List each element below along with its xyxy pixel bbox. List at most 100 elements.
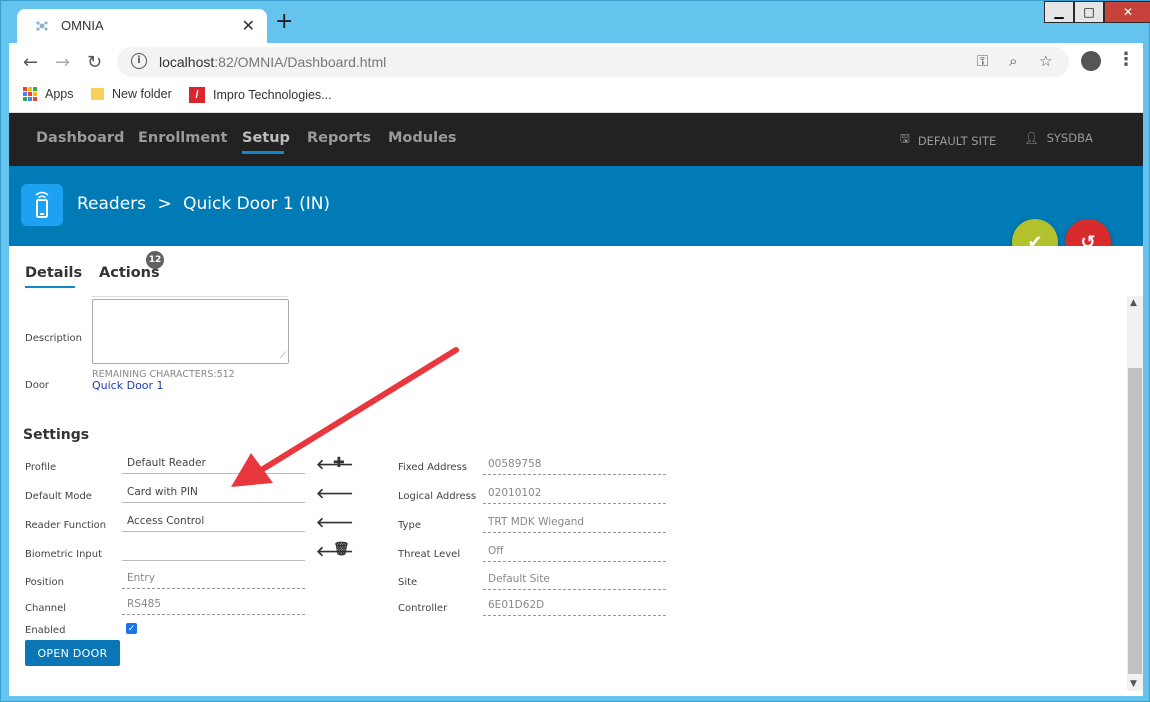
default-mode-field[interactable]: Card with PIN [122, 481, 305, 503]
address-bar[interactable]: i localhost:82/OMNIA/Dashboard.html ⚿ ⌕ … [117, 47, 1069, 77]
fixed-address-field: 00589758 [483, 453, 666, 475]
arrow-left-icon[interactable]: 🡐 [316, 485, 354, 502]
description-label: Description [25, 333, 82, 344]
position-field: Entry [122, 567, 305, 589]
tab-active-underline [25, 286, 75, 288]
zoom-icon[interactable]: ⌕ [1009, 52, 1017, 70]
scroll-down-icon[interactable]: ▼ [1130, 679, 1137, 689]
content-area: Details Actions 12 Description ⟋ REMAINI… [9, 246, 1143, 696]
star-icon[interactable]: ☆ [1039, 52, 1052, 70]
folder-icon [91, 88, 104, 100]
nav-active-underline [242, 151, 284, 154]
bookmark-label: Impro Technologies... [213, 88, 332, 102]
fixed-address-label: Fixed Address [398, 462, 467, 473]
reader-function-label: Reader Function [25, 520, 107, 531]
plus-icon[interactable]: ✚ [333, 455, 345, 471]
key-icon[interactable]: ⚿ [977, 52, 988, 70]
save-disk-icon: 🖫 [900, 131, 910, 145]
type-label: Type [398, 520, 421, 531]
user-menu[interactable]: 👤︎ SYSDBA [1024, 131, 1093, 145]
user-icon: 👤︎ [1024, 131, 1039, 145]
url-text: localhost:82/OMNIA/Dashboard.html [159, 54, 386, 70]
new-tab-button[interactable]: + [275, 11, 293, 33]
breadcrumb: Readers > Quick Door 1 (IN) [77, 194, 336, 214]
details-panel: Description ⟋ REMAINING CHARACTERS:512 D… [9, 296, 1143, 696]
resize-handle-icon[interactable]: ⟋ [280, 352, 286, 361]
reload-icon[interactable]: ↻ [87, 52, 102, 73]
browser-tab[interactable]: OMNIA ✕ [17, 9, 267, 43]
back-arrow-icon[interactable]: ← [23, 52, 38, 73]
page-header: Readers > Quick Door 1 (IN) [9, 166, 1143, 246]
impro-logo-icon: / [189, 87, 205, 103]
divider [92, 296, 288, 297]
profile-label: Profile [25, 462, 57, 473]
actions-count-badge: 12 [146, 251, 164, 269]
nav-modules[interactable]: Modules [388, 130, 457, 146]
nav-setup[interactable]: Setup [242, 130, 290, 146]
omnia-favicon-icon [36, 21, 48, 31]
enabled-label: Enabled [25, 625, 66, 636]
enabled-checkbox[interactable]: ✓ [126, 623, 137, 634]
close-window-icon[interactable]: ✕ [1104, 1, 1150, 23]
description-textarea[interactable]: ⟋ [92, 299, 289, 364]
breadcrumb-separator: > [157, 194, 172, 214]
breadcrumb-readers[interactable]: Readers [77, 194, 146, 214]
controller-field: 6E01D62D [483, 594, 666, 616]
site-label: Site [398, 577, 418, 588]
type-field: TRT MDK Wiegand [483, 511, 666, 533]
trash-icon[interactable]: 🗑︎ [333, 542, 350, 557]
breadcrumb-current: Quick Door 1 (IN) [183, 194, 331, 214]
url-host: localhost [159, 54, 215, 70]
bookmark-new-folder[interactable]: New folder [91, 87, 172, 101]
scroll-up-icon[interactable]: ▲ [1130, 298, 1137, 308]
window-controls: ▁ □ ✕ [1044, 1, 1150, 23]
controller-label: Controller [398, 603, 448, 614]
menu-dots-icon[interactable]: ⋮ [1117, 49, 1135, 70]
bookmark-label: New folder [112, 87, 172, 101]
nav-dashboard[interactable]: Dashboard [36, 130, 124, 146]
position-label: Position [25, 577, 64, 588]
nav-reports[interactable]: Reports [307, 130, 371, 146]
profile-avatar-icon[interactable] [1081, 51, 1101, 71]
threat-level-field: Off [483, 540, 666, 562]
arrow-left-icon[interactable]: 🡐 [316, 514, 354, 531]
channel-field: RS485 [122, 593, 305, 615]
browser-toolbar: ← → ↻ i localhost:82/OMNIA/Dashboard.htm… [9, 43, 1143, 81]
title-bar: OMNIA ✕ + [9, 1, 1143, 43]
bookmarks-bar: Apps New folder / Impro Technologies... [9, 81, 1143, 113]
biometric-input-field[interactable] [122, 539, 305, 561]
site-field: Default Site [483, 568, 666, 590]
channel-label: Channel [25, 603, 67, 614]
site-info-icon[interactable]: i [131, 53, 147, 69]
apps-grid-icon [23, 87, 37, 101]
reader-device-icon [21, 184, 63, 226]
default-mode-label: Default Mode [25, 491, 92, 502]
app-nav: Dashboard Enrollment Setup Reports Modul… [9, 113, 1143, 166]
tab-close-icon[interactable]: ✕ [242, 16, 255, 35]
minimize-icon[interactable]: ▁ [1044, 1, 1074, 23]
biometric-input-label: Biometric Input [25, 549, 103, 560]
bookmark-apps[interactable]: Apps [23, 87, 74, 101]
bookmark-label: Apps [45, 87, 74, 101]
user-label: SYSDBA [1046, 131, 1093, 145]
logical-address-label: Logical Address [398, 491, 477, 502]
site-selector[interactable]: 🖫 DEFAULT SITE [900, 131, 996, 150]
scrollbar-thumb[interactable] [1128, 368, 1142, 674]
nav-enrollment[interactable]: Enrollment [138, 130, 227, 146]
settings-heading: Settings [23, 427, 90, 443]
bookmark-impro[interactable]: / Impro Technologies... [189, 87, 332, 103]
profile-field[interactable]: Default Reader [122, 452, 305, 474]
forward-arrow-icon[interactable]: → [55, 52, 70, 73]
tab-details[interactable]: Details [25, 265, 82, 281]
threat-level-label: Threat Level [398, 549, 461, 560]
vertical-scrollbar[interactable]: ▲ ▼ [1127, 296, 1143, 691]
door-link[interactable]: Quick Door 1 [92, 379, 164, 392]
reader-function-field[interactable]: Access Control [122, 510, 305, 532]
url-path: :82/OMNIA/Dashboard.html [214, 54, 387, 70]
maximize-icon[interactable]: □ [1074, 1, 1104, 23]
tab-title: OMNIA [61, 18, 104, 33]
door-label: Door [25, 380, 50, 391]
browser-window: OMNIA ✕ + ▁ □ ✕ ← → ↻ i localhost:82/OMN… [0, 0, 1150, 702]
open-door-button[interactable]: OPEN DOOR [25, 640, 120, 666]
site-label: DEFAULT SITE [917, 133, 997, 148]
